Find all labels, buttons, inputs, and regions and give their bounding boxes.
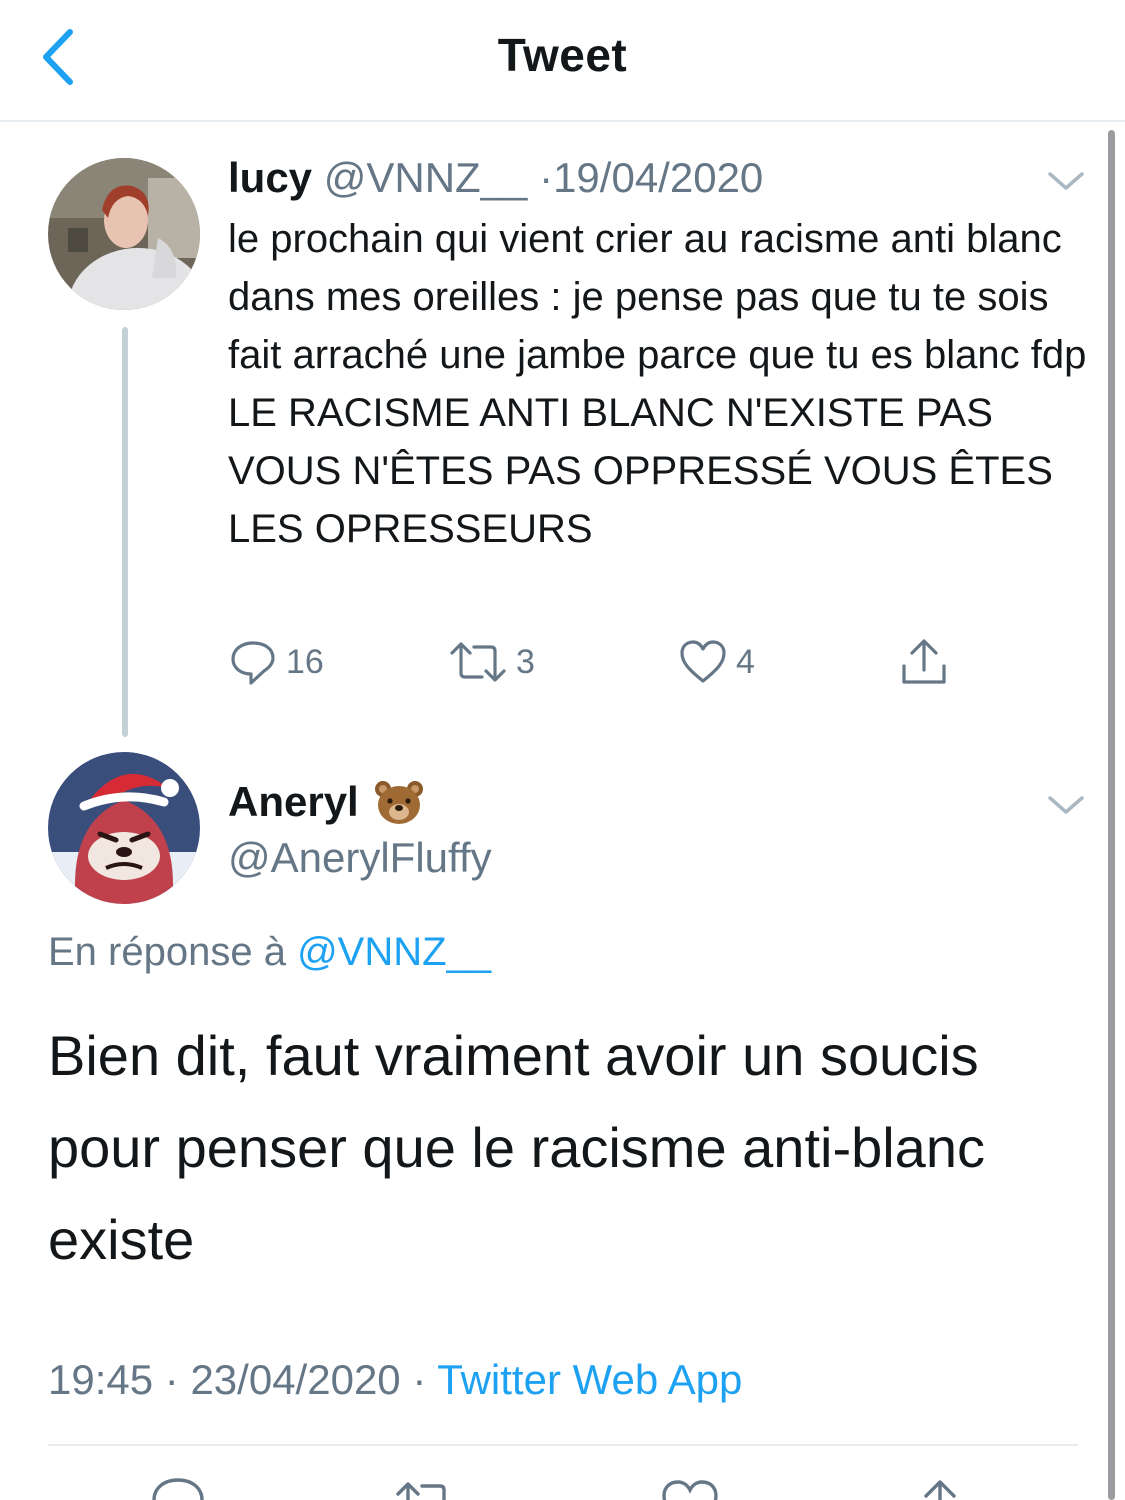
retweet-icon — [396, 1482, 446, 1500]
share-icon — [902, 639, 946, 684]
reply-prefix: En réponse à — [48, 930, 286, 974]
tweet-time: 19:45 — [48, 1356, 154, 1403]
bear-face-emoji — [374, 781, 423, 824]
share-icon — [924, 1480, 956, 1500]
retweet-count: 3 — [516, 642, 535, 681]
tweet-timestamp: 19:45 · 23/04/2020 · Twitter Web App — [48, 1356, 742, 1404]
divider — [48, 1444, 1078, 1446]
meta-separator: · — [412, 1356, 427, 1403]
tweet-date[interactable]: 19/04/2020 — [553, 154, 763, 201]
author-name-row: Aneryl — [228, 778, 425, 826]
share-button[interactable] — [898, 636, 950, 688]
retweet-icon — [450, 642, 506, 682]
chevron-down-icon[interactable] — [1044, 790, 1088, 820]
tweet-date: 23/04/2020 — [190, 1356, 401, 1403]
reply-count: 16 — [286, 642, 324, 681]
source-link[interactable]: Twitter Web App — [437, 1356, 742, 1403]
like-button[interactable] — [660, 1476, 720, 1500]
avatar[interactable] — [48, 158, 200, 310]
parent-tweet-meta: lucy @VNNZ__ ·19/04/2020 — [228, 154, 763, 202]
reply-icon — [231, 641, 275, 685]
meta-separator: · — [164, 1356, 179, 1403]
heart-icon — [680, 640, 726, 683]
like-button[interactable]: 4 — [678, 636, 755, 688]
nav-header: Tweet — [0, 0, 1125, 122]
reply-button[interactable]: 16 — [228, 636, 324, 688]
tweet-text-line: le prochain qui vient crier au racisme a… — [228, 217, 1087, 377]
retweet-button[interactable] — [396, 1476, 456, 1500]
reply-icon — [152, 1478, 204, 1500]
reply-to-link[interactable]: @VNNZ__ — [297, 930, 491, 974]
tweet-text: Bien dit, faut vraiment avoir un soucis … — [48, 1024, 985, 1271]
chevron-down-icon[interactable] — [1044, 166, 1088, 196]
share-button[interactable] — [910, 1476, 970, 1500]
parent-tweet-text: le prochain qui vient crier au racisme a… — [228, 210, 1088, 558]
reply-button[interactable] — [148, 1476, 208, 1500]
heart-icon — [662, 1480, 718, 1500]
tweet-text-line: LE RACISME ANTI BLANC N'EXISTE PAS VOUS … — [228, 391, 1053, 551]
reply-context: En réponse à @VNNZ__ — [48, 930, 491, 975]
thread-connector-line — [122, 327, 128, 737]
page-title: Tweet — [497, 29, 628, 81]
avatar[interactable] — [48, 752, 200, 904]
like-count: 4 — [736, 642, 755, 681]
scrollbar[interactable] — [1108, 130, 1115, 1500]
author-handle[interactable]: @AnerylFluffy — [228, 834, 492, 882]
retweet-button[interactable]: 3 — [448, 636, 535, 688]
author-name[interactable]: Aneryl — [228, 778, 359, 826]
meta-separator: · — [539, 154, 554, 201]
author-handle[interactable]: @VNNZ__ — [324, 154, 528, 201]
author-name[interactable]: lucy — [228, 154, 312, 201]
